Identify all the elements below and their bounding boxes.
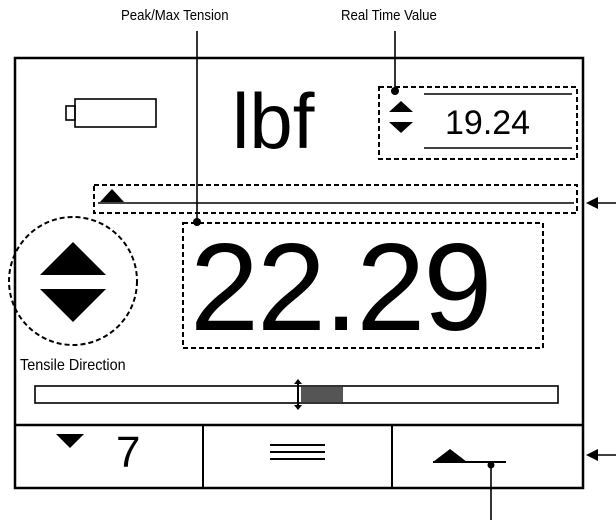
tensile-direction-label: Tensile Direction	[20, 357, 126, 374]
battery-empty-icon	[65, 98, 157, 128]
direction-gauge-track	[34, 385, 559, 404]
menu-button[interactable]	[203, 425, 392, 488]
decrement-button[interactable]	[15, 425, 203, 488]
decrement-button-value: 7	[116, 428, 141, 477]
callout-realtime-leader	[391, 31, 399, 95]
callout-bar-arrow	[586, 197, 616, 209]
direction-gauge-fill	[301, 387, 343, 402]
callout-real-time-value: Real Time Value	[341, 7, 437, 24]
peak-value: 22.29	[190, 219, 492, 357]
peak-bar-marker	[100, 189, 124, 202]
direction-gauge-center-marker	[294, 379, 302, 410]
callout-peak-leader	[193, 31, 201, 226]
callout-peak-max-tension: Peak/Max Tension	[121, 7, 229, 24]
real-time-value: 19.24	[445, 104, 531, 142]
callout-button-row-arrow	[586, 449, 616, 461]
direction-circle	[8, 216, 138, 346]
peak-bar-box	[93, 184, 578, 214]
increment-button[interactable]	[392, 425, 583, 488]
real-time-direction-icon	[389, 101, 413, 133]
units-label: lbf	[232, 77, 315, 165]
up-down-arrows-icon	[40, 242, 106, 322]
